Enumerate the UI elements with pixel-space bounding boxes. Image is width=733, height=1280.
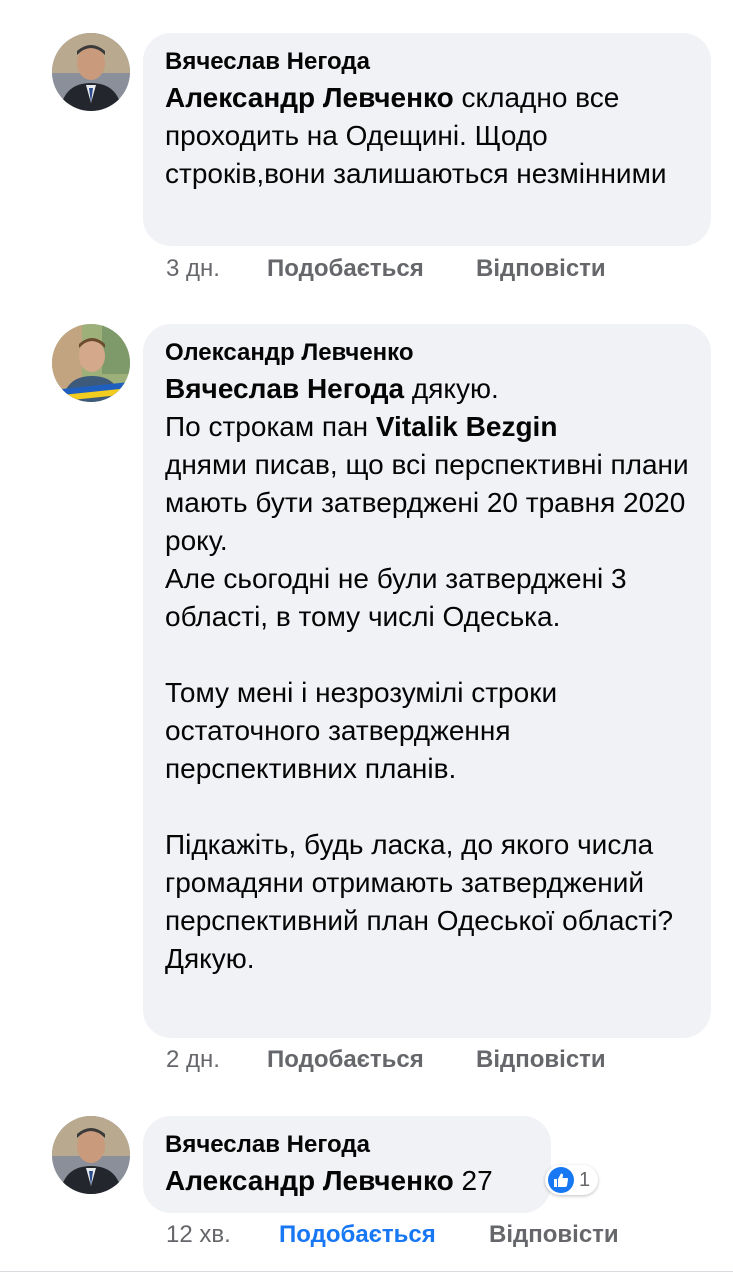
- like-button[interactable]: Подобається: [267, 254, 476, 284]
- avatar[interactable]: [52, 1116, 130, 1194]
- mention-link-2[interactable]: Vitalik Bezgin: [376, 411, 558, 442]
- comment-actions: 2 дн. Подобається Відповісти: [166, 1045, 606, 1075]
- comment-author[interactable]: Олександр Левченко: [165, 338, 689, 368]
- avatar-photo: [52, 1116, 130, 1194]
- comment-text: Александр Левченко складно все проходить…: [165, 79, 689, 193]
- comment-author[interactable]: Вячеслав Негода: [165, 1130, 529, 1160]
- avatar-photo: [52, 324, 130, 402]
- mention-link[interactable]: Вячеслав Негода: [165, 373, 404, 404]
- avatar[interactable]: [52, 324, 130, 402]
- avatar[interactable]: [52, 33, 130, 111]
- mention-link[interactable]: Александр Левченко: [165, 82, 454, 113]
- comment-text-content-2: днями писав, що всі перспективні плани м…: [165, 449, 689, 974]
- comment-time[interactable]: 3 дн.: [166, 254, 267, 284]
- comment-author[interactable]: Вячеслав Негода: [165, 47, 689, 77]
- reaction-count: 1: [579, 1168, 591, 1191]
- reply-button[interactable]: Відповісти: [476, 1045, 606, 1075]
- comment-time[interactable]: 2 дн.: [166, 1045, 267, 1075]
- comment-text: Вячеслав Негода дякую. По строкам пан Vi…: [165, 370, 689, 978]
- comment-text: Александр Левченко 27: [165, 1162, 529, 1200]
- like-icon: [548, 1167, 574, 1193]
- comment-text-content: 27: [453, 1165, 493, 1196]
- comment-bubble: Олександр Левченко Вячеслав Негода дякую…: [143, 324, 711, 1038]
- like-button[interactable]: Подобається: [279, 1220, 489, 1250]
- comment-bubble: Вячеслав Негода Александр Левченко 27: [143, 1116, 551, 1213]
- comment-time[interactable]: 12 хв.: [166, 1220, 279, 1250]
- comment-bubble: Вячеслав Негода Александр Левченко склад…: [143, 33, 711, 246]
- reply-button[interactable]: Відповісти: [476, 254, 606, 284]
- mention-link[interactable]: Александр Левченко: [165, 1165, 454, 1196]
- comment-actions: 12 хв. Подобається Відповісти: [166, 1220, 619, 1250]
- divider: [0, 1271, 733, 1272]
- reply-button[interactable]: Відповісти: [489, 1220, 619, 1250]
- like-button[interactable]: Подобається: [267, 1045, 476, 1075]
- avatar-photo: [52, 33, 130, 111]
- reaction-badge[interactable]: 1: [545, 1165, 599, 1195]
- comment-actions: 3 дн. Подобається Відповісти: [166, 254, 606, 284]
